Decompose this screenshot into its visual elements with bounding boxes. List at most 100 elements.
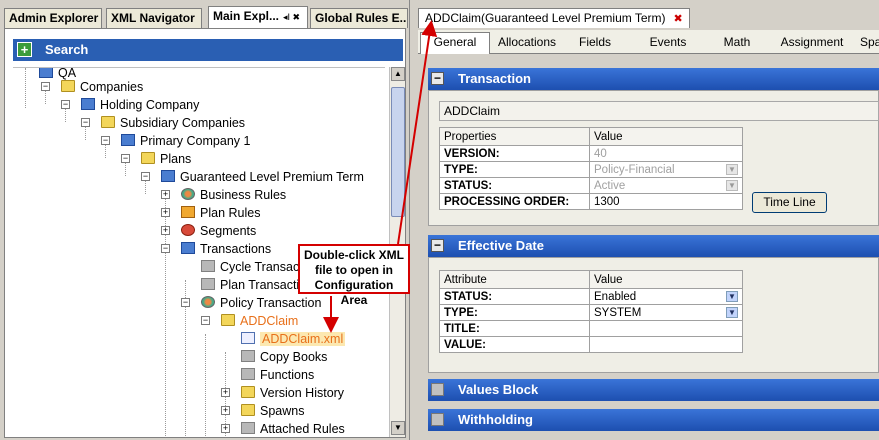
tree-node-transactions[interactable]: Transactions: [181, 240, 271, 258]
tree-node-subsidiary-companies[interactable]: Subsidiary Companies: [101, 114, 245, 132]
expand-icon[interactable]: [431, 383, 444, 396]
effective-date-section-header[interactable]: − Effective Date: [428, 235, 879, 257]
processing-order-input[interactable]: 1300: [589, 193, 743, 210]
tree-node-label: Subsidiary Companies: [120, 116, 246, 130]
document-tab-addclaim[interactable]: ADDClaim(Guaranteed Level Premium Term) ✖: [418, 8, 690, 28]
tab-global-rules-explorer[interactable]: Global Rules E...: [310, 8, 408, 28]
transaction-properties-table: Properties Value VERSION: 40 TYPE: Policy-F…: [439, 127, 743, 210]
tree-node-addclaim-xml[interactable]: ADDClaim.xml: [241, 330, 346, 348]
folder-icon: [201, 260, 215, 272]
tree-node-attached-rules[interactable]: Attached Rules: [241, 420, 345, 437]
tree-node-label: Business Rules: [200, 188, 287, 202]
type-label: TYPE:: [439, 161, 590, 178]
tree-node-addclaim[interactable]: ADDClaim: [221, 312, 298, 330]
collapse-icon[interactable]: −: [61, 100, 70, 109]
version-label: VERSION:: [439, 145, 590, 162]
value-input[interactable]: [589, 336, 743, 353]
expand-icon[interactable]: +: [161, 226, 170, 235]
time-line-button[interactable]: Time Line: [752, 192, 827, 213]
effective-date-table: Attribute Value STATUS: Enabled ▼ TYPE: SYST…: [439, 270, 743, 353]
collapse-icon[interactable]: −: [431, 72, 444, 85]
tree-node-version-history[interactable]: Version History: [241, 384, 344, 402]
tree-node-plan-rules[interactable]: Plan Rules: [181, 204, 260, 222]
folder-icon: [241, 350, 255, 362]
expand-icon[interactable]: +: [161, 190, 170, 199]
collapse-icon[interactable]: −: [161, 244, 170, 253]
chevron-down-icon[interactable]: ▼: [726, 307, 738, 318]
folder-icon: [241, 404, 255, 416]
tree-node-companies[interactable]: Companies: [61, 78, 143, 96]
status-label: STATUS:: [439, 177, 590, 194]
collapse-icon[interactable]: −: [121, 154, 130, 163]
tree-node-policy-transaction[interactable]: Policy Transaction: [201, 294, 321, 312]
tree-node-functions[interactable]: Functions: [241, 366, 314, 384]
chevron-down-icon[interactable]: ▼: [726, 291, 738, 302]
close-icon[interactable]: ✖: [674, 13, 683, 25]
plans-folder-icon: [141, 152, 155, 164]
tree-node-guaranteed-level-premium-term[interactable]: Guaranteed Level Premium Term: [161, 168, 364, 186]
collapse-icon[interactable]: −: [431, 239, 444, 252]
tree-node-label: Policy Transaction: [220, 296, 322, 310]
folder-icon: [101, 116, 115, 128]
expand-icon[interactable]: +: [221, 424, 230, 433]
expand-plus-icon[interactable]: +: [17, 42, 32, 57]
collapse-icon[interactable]: −: [181, 298, 190, 307]
type-select[interactable]: SYSTEM ▼: [589, 304, 743, 321]
expand-icon[interactable]: +: [161, 208, 170, 217]
tree-node-holding-company[interactable]: Holding Company: [81, 96, 199, 114]
tab-label: Fields: [578, 35, 611, 49]
withholding-section-header[interactable]: Withholding: [428, 409, 879, 431]
folder-icon: [241, 386, 255, 398]
processing-order-label: PROCESSING ORDER:: [439, 193, 590, 210]
status-label: STATUS:: [439, 288, 590, 305]
expand-icon[interactable]: +: [221, 406, 230, 415]
transactions-icon: [181, 242, 195, 254]
section-title: Effective Date: [458, 238, 544, 253]
tree-node-business-rules[interactable]: Business Rules: [181, 186, 286, 204]
tab-admin-explorer[interactable]: Admin Explorer: [4, 8, 102, 28]
tab-label: Assignment: [780, 35, 844, 49]
scroll-down-arrow-icon[interactable]: ▼: [391, 421, 405, 435]
tree-node-primary-company-1[interactable]: Primary Company 1: [121, 132, 250, 150]
tab-spawns[interactable]: Spa: [860, 33, 879, 53]
tab-events[interactable]: Events: [640, 33, 696, 53]
tree-node-label: Companies: [80, 80, 144, 94]
type-value: SYSTEM: [594, 306, 642, 319]
values-block-section-header[interactable]: Values Block: [428, 379, 879, 401]
collapse-icon[interactable]: −: [81, 118, 90, 127]
status-select[interactable]: Enabled ▼: [589, 288, 743, 305]
value-column-header: Value: [589, 127, 743, 146]
collapse-icon[interactable]: −: [141, 172, 150, 181]
expand-icon[interactable]: [431, 413, 444, 426]
scroll-up-arrow-icon[interactable]: ▲: [391, 67, 405, 81]
tab-allocations[interactable]: Allocations: [494, 33, 560, 53]
tab-fields[interactable]: Fields: [568, 33, 622, 53]
document-tab-label: ADDClaim(Guaranteed Level Premium Term): [425, 11, 666, 25]
collapse-icon[interactable]: −: [101, 136, 110, 145]
search-bar[interactable]: + Search: [13, 39, 403, 61]
tab-general[interactable]: General: [420, 32, 490, 54]
tab-assignment[interactable]: Assignment: [774, 33, 850, 53]
tree-node-segments[interactable]: Segments: [181, 222, 256, 240]
status-select: Active ▼: [589, 177, 743, 194]
collapse-icon[interactable]: −: [41, 82, 50, 91]
tab-label: Main Expl...: [213, 9, 280, 23]
expand-icon[interactable]: +: [221, 388, 230, 397]
chevron-down-icon: ▼: [726, 164, 738, 175]
tree-node-copy-books[interactable]: Copy Books: [241, 348, 327, 366]
plan-icon: [161, 170, 175, 182]
pin-close-icon[interactable]: ◂I ✖: [283, 12, 300, 22]
tab-main-explorer[interactable]: Main Expl... ◂I ✖: [208, 6, 308, 28]
transaction-section-header[interactable]: − Transaction: [428, 68, 879, 90]
tab-xml-navigator[interactable]: XML Navigator: [106, 8, 202, 28]
collapse-icon[interactable]: −: [201, 316, 210, 325]
tree-node-spawns[interactable]: Spawns: [241, 402, 304, 420]
general-form: − Transaction ADDClaim Properties Value VE…: [428, 60, 879, 440]
tree-node-label: Segments: [200, 224, 257, 238]
scroll-thumb[interactable]: [391, 87, 405, 217]
tab-math[interactable]: Math: [712, 33, 762, 53]
properties-column-header: Properties: [439, 127, 590, 146]
title-input[interactable]: [589, 320, 743, 337]
segments-icon: [181, 224, 195, 236]
tree-node-plans[interactable]: Plans: [141, 150, 191, 168]
